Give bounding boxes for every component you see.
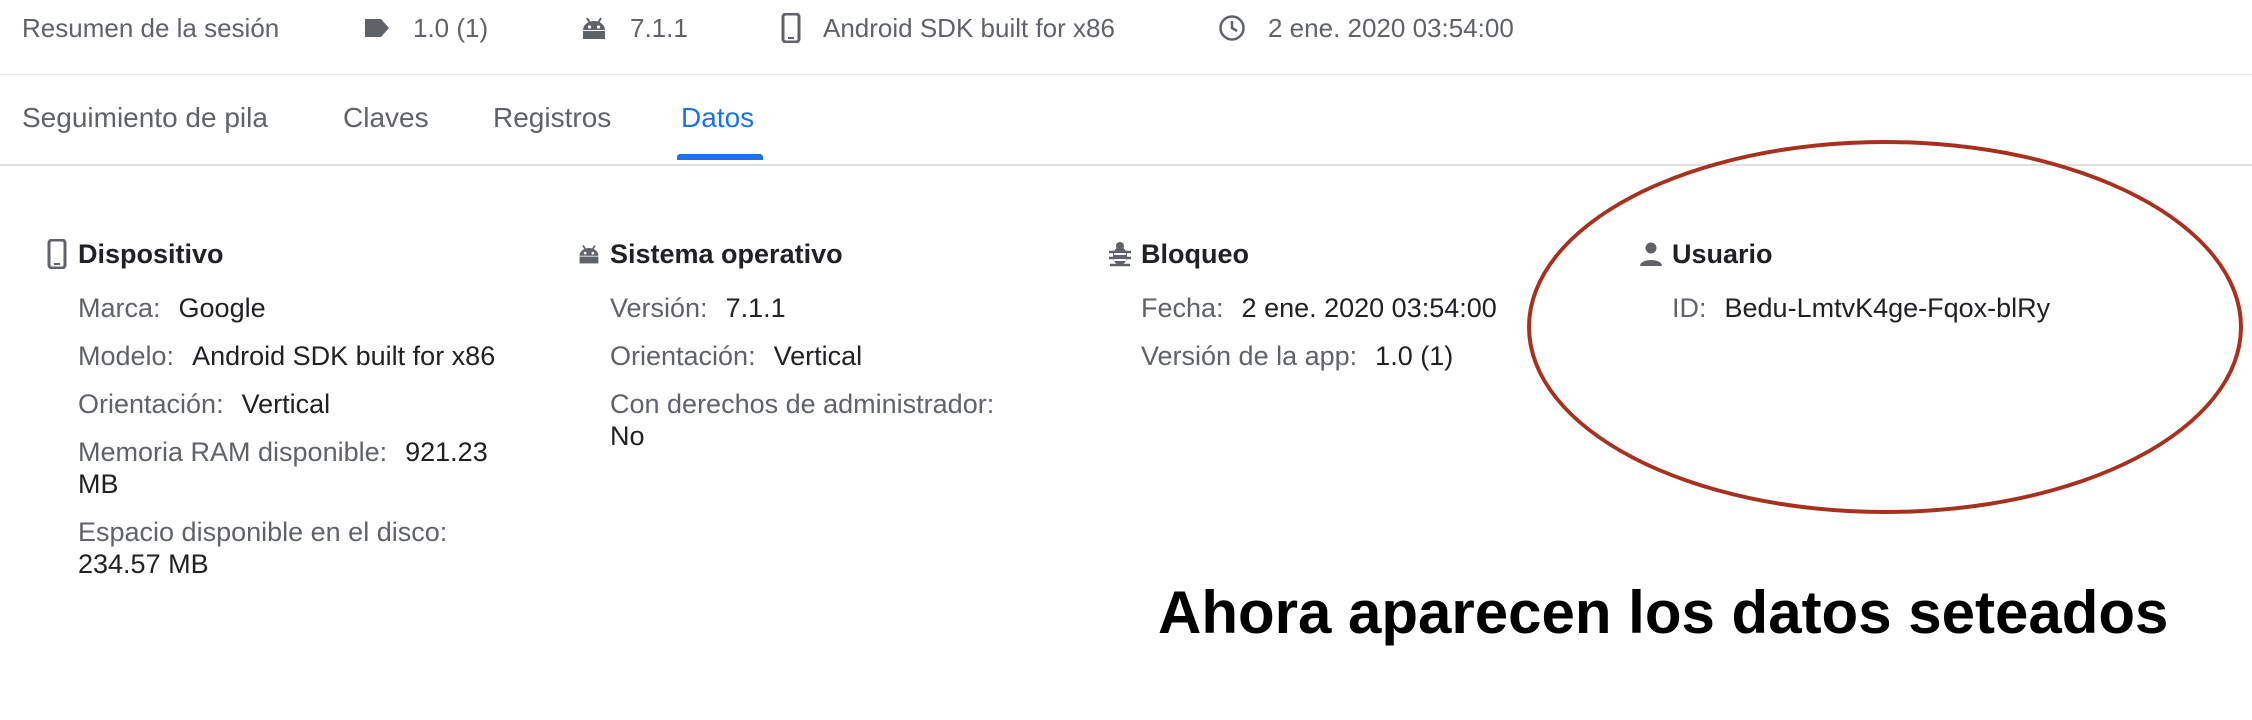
disk-value: 234.57 MB xyxy=(78,549,209,579)
summary-title-text: Resumen de la sesión xyxy=(22,12,280,43)
phone-icon xyxy=(781,13,801,43)
ram-unit: MB xyxy=(78,469,119,499)
date-value: 2 ene. 2020 03:54:00 xyxy=(1241,293,1497,323)
crash-date-row: Fecha: 2 ene. 2020 03:54:00 xyxy=(1141,292,1535,324)
device-orientation-row: Orientación: Vertical xyxy=(78,388,532,420)
active-tab-indicator xyxy=(677,154,763,160)
os-title: Sistema operativo xyxy=(610,238,843,269)
tab-logs[interactable]: Registros xyxy=(493,102,611,134)
os-orientation-row: Orientación: Vertical xyxy=(610,340,1074,372)
annotation-ellipse xyxy=(1527,140,2243,514)
annotation-caption: Ahora aparecen los datos seteados xyxy=(1158,579,2169,646)
app-version-label: Versión de la app: xyxy=(1141,341,1358,371)
version-value: 7.1.1 xyxy=(725,293,786,323)
brand-value: Google xyxy=(178,293,266,323)
os-header: Sistema operativo xyxy=(574,236,1074,272)
bug-icon xyxy=(1105,240,1135,268)
version-label: Versión: xyxy=(610,293,708,323)
tab-keys[interactable]: Claves xyxy=(343,102,429,134)
os-section: Sistema operativo Versión: 7.1.1 Orientac… xyxy=(574,236,1074,468)
device-title: Dispositivo xyxy=(78,238,224,269)
tag-icon xyxy=(363,17,391,39)
app-version-value: 1.0 (1) xyxy=(1375,341,1454,371)
crash-app-version-row: Versión de la app: 1.0 (1) xyxy=(1141,340,1535,372)
ram-value: 921.23 xyxy=(405,437,488,467)
tab-stack-trace[interactable]: Seguimiento de pila xyxy=(22,102,268,134)
root-value: No xyxy=(610,421,645,451)
device-brand-row: Marca: Google xyxy=(78,292,532,324)
tab-data[interactable]: Datos xyxy=(681,102,754,134)
orientation-value: Vertical xyxy=(241,389,331,419)
crash-header: Bloqueo xyxy=(1105,236,1535,272)
crash-section: Bloqueo Fecha: 2 ene. 2020 03:54:00 Versi… xyxy=(1105,236,1535,388)
summary-title: Resumen de la sesión xyxy=(22,10,279,46)
clock-icon xyxy=(1218,14,1246,42)
summary-device: Android SDK built for x86 xyxy=(781,10,1115,46)
device-ram-row: Memoria RAM disponible: 921.23 MB xyxy=(78,436,532,500)
summary-device-text: Android SDK built for x86 xyxy=(823,12,1115,43)
model-value: Android SDK built for x86 xyxy=(192,341,496,371)
summary-version: 1.0 (1) xyxy=(363,10,488,46)
crash-title: Bloqueo xyxy=(1141,238,1249,269)
orientation-label: Orientación: xyxy=(610,341,756,371)
os-version-row: Versión: 7.1.1 xyxy=(610,292,1074,324)
orientation-value: Vertical xyxy=(773,341,863,371)
android-icon xyxy=(580,16,608,40)
device-header: Dispositivo xyxy=(42,236,532,272)
ram-label: Memoria RAM disponible: xyxy=(78,437,388,467)
brand-label: Marca: xyxy=(78,293,161,323)
summary-os: 7.1.1 xyxy=(580,10,688,46)
android-icon xyxy=(574,243,604,265)
date-label: Fecha: xyxy=(1141,293,1224,323)
orientation-label: Orientación: xyxy=(78,389,224,419)
summary-datetime-text: 2 ene. 2020 03:54:00 xyxy=(1268,12,1514,43)
device-model-row: Modelo: Android SDK built for x86 xyxy=(78,340,532,372)
device-section: Dispositivo Marca: Google Modelo: Android … xyxy=(42,236,532,596)
os-root-row: Con derechos de administrador: No xyxy=(610,388,1074,452)
summary-os-text: 7.1.1 xyxy=(630,12,688,43)
summary-version-text: 1.0 (1) xyxy=(413,12,489,43)
model-label: Modelo: xyxy=(78,341,175,371)
summary-datetime: 2 ene. 2020 03:54:00 xyxy=(1218,10,1514,46)
root-label: Con derechos de administrador: xyxy=(610,389,995,419)
disk-label: Espacio disponible en el disco: xyxy=(78,517,448,547)
phone-icon xyxy=(42,239,72,269)
device-disk-row: Espacio disponible en el disco: 234.57 MB xyxy=(78,516,532,580)
session-summary-bar: Resumen de la sesión 1.0 (1) 7.1.1 Andro… xyxy=(0,0,2252,75)
